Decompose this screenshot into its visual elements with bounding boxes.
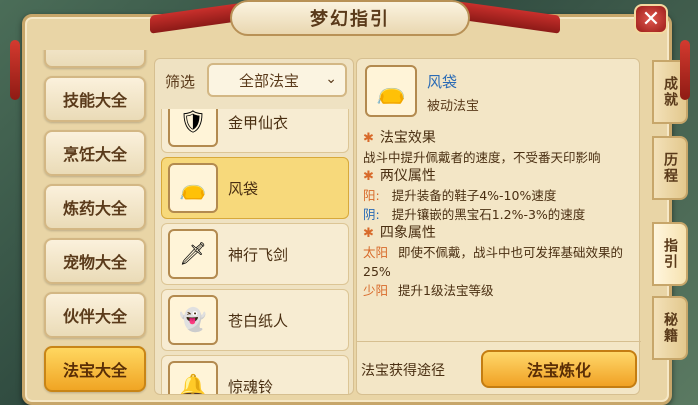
star-icon: ✱ bbox=[363, 226, 374, 241]
list-item[interactable]: 👻 苍白纸人 bbox=[161, 289, 349, 351]
category-cooking[interactable]: 烹饪大全 bbox=[44, 130, 146, 176]
sword-icon: 🗡 bbox=[168, 229, 218, 279]
tab-guide[interactable]: 指引 bbox=[652, 222, 688, 286]
detail-panel: 👝 风袋 被动法宝 ✱ 法宝效果 战斗中提升佩戴者的速度，不受番天印影响 ✱ 两… bbox=[356, 58, 641, 395]
yin-label: 阴: bbox=[363, 207, 380, 222]
liangyi-section-title: ✱ 两仪属性 bbox=[363, 167, 635, 186]
category-pets[interactable]: 宠物大全 bbox=[44, 238, 146, 284]
detail-name: 风袋 bbox=[427, 73, 458, 91]
wind-bag-icon: 👝 bbox=[365, 65, 417, 117]
sixiang-section-title: ✱ 四象属性 bbox=[363, 224, 635, 243]
list-item[interactable]: 🗡 神行飞剑 bbox=[161, 223, 349, 285]
item-name: 风袋 bbox=[228, 179, 259, 198]
chevron-down-icon: ⌄ bbox=[325, 71, 337, 87]
taiyang-label: 太阳 bbox=[363, 245, 389, 260]
category-partners[interactable]: 伙伴大全 bbox=[44, 292, 146, 338]
tab-history[interactable]: 历程 bbox=[652, 136, 688, 200]
item-list[interactable]: 🛡 金甲仙衣 👝 风袋 🗡 神行飞剑 👻 苍白纸人 🔔 惊魂铃 bbox=[161, 109, 349, 394]
wind-bag-icon: 👝 bbox=[168, 163, 218, 213]
fabao-list-panel: 筛选 全部法宝 ⌄ 🛡 金甲仙衣 👝 风袋 🗡 神行飞剑 👻 苍白纸人 🔔 惊魂… bbox=[154, 58, 354, 395]
effect-section-title: ✱ 法宝效果 bbox=[363, 129, 635, 148]
liangyi-title-text: 两仪属性 bbox=[379, 168, 436, 184]
shaoyang-text: 提升1级法宝等级 bbox=[398, 283, 494, 298]
list-item[interactable]: 🔔 惊魂铃 bbox=[161, 355, 349, 394]
star-icon: ✱ bbox=[363, 169, 374, 184]
category-skills[interactable]: 技能大全 bbox=[44, 76, 146, 122]
item-name: 苍白纸人 bbox=[228, 311, 289, 330]
filter-value: 全部法宝 bbox=[239, 71, 300, 90]
taiyang-line: 太阳 即使不佩戴，战斗中也可发挥基础效果的25% bbox=[363, 243, 635, 281]
star-icon: ✱ bbox=[363, 131, 374, 146]
obtain-method-label: 法宝获得途径 bbox=[361, 363, 445, 379]
refine-button[interactable]: 法宝炼化 bbox=[481, 350, 637, 388]
category-partial-top[interactable] bbox=[44, 50, 146, 68]
yang-text: 提升装备的鞋子4%-10%速度 bbox=[391, 188, 557, 203]
effect-title-text: 法宝效果 bbox=[379, 130, 436, 146]
item-name: 金甲仙衣 bbox=[228, 113, 289, 132]
lantern-left bbox=[10, 40, 20, 100]
tab-secrets[interactable]: 秘籍 bbox=[652, 296, 688, 360]
yang-label: 阳: bbox=[363, 188, 380, 203]
sixiang-title-text: 四象属性 bbox=[379, 225, 436, 241]
category-alchemy[interactable]: 炼药大全 bbox=[44, 184, 146, 230]
list-item[interactable]: 🛡 金甲仙衣 bbox=[161, 109, 349, 153]
paper-doll-icon: 👻 bbox=[168, 295, 218, 345]
category-list: 技能大全 烹饪大全 炼药大全 宠物大全 伙伴大全 法宝大全 bbox=[38, 50, 152, 395]
item-name: 惊魂铃 bbox=[228, 377, 274, 395]
bell-icon: 🔔 bbox=[168, 361, 218, 394]
lantern-right bbox=[680, 40, 690, 100]
yin-line: 阴: 提升镶嵌的黑宝石1.2%-3%的速度 bbox=[363, 205, 635, 224]
item-name: 神行飞剑 bbox=[228, 245, 289, 264]
effect-text: 战斗中提升佩戴者的速度，不受番天印影响 bbox=[363, 150, 601, 165]
shaoyang-line: 少阳 提升1级法宝等级 bbox=[363, 281, 635, 300]
detail-description[interactable]: ✱ 法宝效果 战斗中提升佩戴者的速度，不受番天印影响 ✱ 两仪属性 阳: 提升装… bbox=[363, 129, 635, 341]
yin-text: 提升镶嵌的黑宝石1.2%-3%的速度 bbox=[391, 207, 586, 222]
detail-type: 被动法宝 bbox=[427, 99, 480, 114]
shaoyang-label: 少阳 bbox=[363, 283, 389, 298]
filter-label: 筛选 bbox=[165, 73, 196, 91]
armor-icon: 🛡 bbox=[168, 109, 218, 147]
taiyang-text: 即使不佩戴，战斗中也可发挥基础效果的25% bbox=[363, 245, 624, 279]
close-button[interactable]: ✕ bbox=[634, 4, 668, 34]
detail-footer: 法宝获得途径 法宝炼化 bbox=[357, 341, 641, 395]
window-title: 梦幻指引 bbox=[230, 0, 470, 36]
list-item-selected[interactable]: 👝 风袋 bbox=[161, 157, 349, 219]
yang-line: 阳: 提升装备的鞋子4%-10%速度 bbox=[363, 186, 635, 205]
category-fabao[interactable]: 法宝大全 bbox=[44, 346, 146, 392]
filter-dropdown[interactable]: 全部法宝 ⌄ bbox=[207, 63, 347, 97]
